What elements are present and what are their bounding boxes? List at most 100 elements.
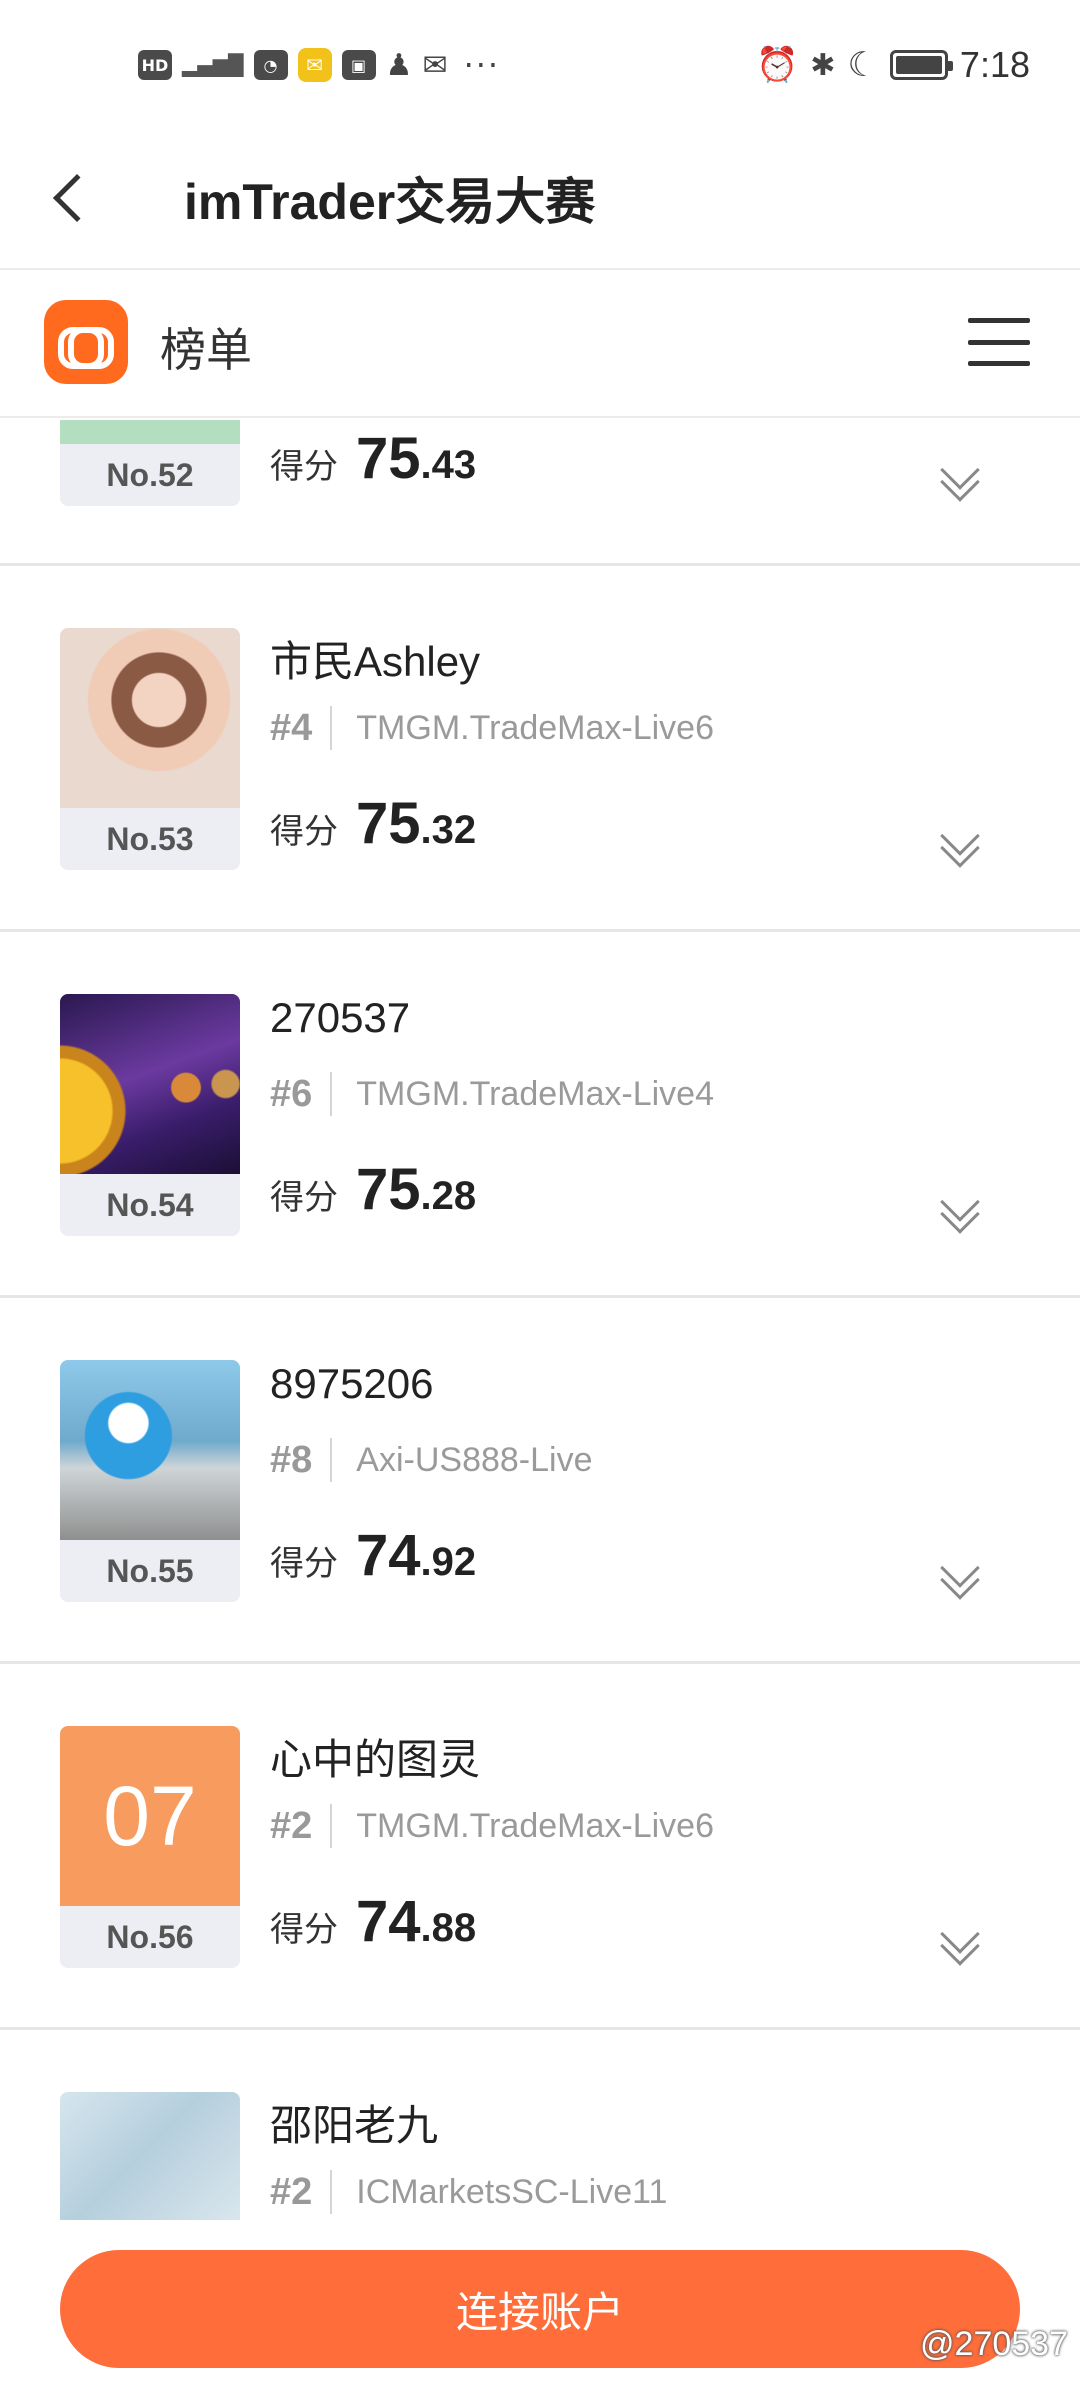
trader-meta: #4 TMGM.TradeMax-Live6 <box>270 706 714 750</box>
score-decimal: .32 <box>420 808 477 852</box>
hd-icon: HD <box>138 50 172 80</box>
hamburger-line <box>968 318 1030 323</box>
trader-name: 270537 <box>270 994 411 1041</box>
score-decimal: .28 <box>420 1174 477 1218</box>
connect-account-button[interactable]: 连接账户 <box>60 2250 1020 2368</box>
divider <box>330 706 333 750</box>
expand-chevron-icon[interactable] <box>938 816 984 870</box>
expand-chevron-icon[interactable] <box>938 1914 984 1968</box>
huawei-icon: ▣ <box>341 50 376 80</box>
gallery-icon: ◔ <box>253 50 288 80</box>
trader-meta: #2 ICMarketsSC-Live11 <box>270 2170 667 2214</box>
score-decimal: .92 <box>420 1540 477 1584</box>
divider <box>330 2170 333 2214</box>
bottom-action-bar: 连接账户 @270537 <box>0 2220 1080 2400</box>
avatar <box>60 994 240 1174</box>
avatar: 07 <box>60 1726 240 1906</box>
leaderboard-row[interactable]: No.55 8975206 #8 Axi-US888-Live 得分 74 .9… <box>0 1298 1080 1664</box>
battery-icon <box>889 50 953 80</box>
title-bar: imTrader交易大赛 <box>0 130 1080 270</box>
qq-icon: ♟ <box>385 47 413 83</box>
rank-label: No.52 <box>106 456 194 493</box>
score-integer: 75 <box>356 791 421 856</box>
trader-rank: #2 <box>270 1804 313 1847</box>
expand-chevron-icon[interactable] <box>938 450 984 504</box>
trader-name: 8975206 <box>270 1360 434 1407</box>
server-name: TMGM.TradeMax-Live6 <box>356 1806 714 1845</box>
server-name: ICMarketsSC-Live11 <box>356 2172 668 2211</box>
rank-label: No.53 <box>106 820 194 857</box>
score: 得分 75 .28 <box>270 1156 476 1223</box>
back-chevron-icon <box>52 173 102 223</box>
menu-button[interactable] <box>968 318 1030 366</box>
divider <box>330 1072 333 1116</box>
trader-rank: #6 <box>270 1072 313 1115</box>
clock: 7:18 <box>959 44 1030 85</box>
leaderboard-header: 榜单 <box>0 272 1080 418</box>
rank-label: No.56 <box>106 1918 194 1955</box>
trader-name: 市民Ashley <box>270 638 481 685</box>
leaderboard-title: 榜单 <box>160 323 252 377</box>
back-button[interactable] <box>30 158 110 238</box>
hamburger-line <box>968 361 1030 366</box>
score-label: 得分 <box>270 812 338 852</box>
leaderboard-row[interactable]: No.52 得分 75 .43 <box>0 420 1080 566</box>
avatar <box>60 1360 240 1540</box>
alarm-icon: ⏰ <box>755 45 799 85</box>
5g-signal-icon: ▂▄▆█ <box>182 53 244 77</box>
moon-icon: ☾ <box>847 45 878 85</box>
avatar-card: No.52 <box>60 420 240 506</box>
leaderboard-row[interactable]: No.53 市民Ashley #4 TMGM.TradeMax-Live6 得分… <box>0 566 1080 932</box>
trader-rank: #2 <box>270 2170 313 2213</box>
avatar-card: No.53 <box>60 628 240 870</box>
score: 得分 74 .92 <box>270 1522 476 1589</box>
avatar-card: No.55 <box>60 1360 240 1602</box>
server-name: Axi-US888-Live <box>356 1440 593 1479</box>
expand-chevron-icon[interactable] <box>938 1548 984 1602</box>
page-title: imTrader交易大赛 <box>184 174 596 230</box>
expand-chevron-icon[interactable] <box>938 1182 984 1236</box>
trader-name: 邵阳老九 <box>270 2102 439 2149</box>
trader-meta: #6 TMGM.TradeMax-Live4 <box>270 1072 714 1116</box>
score-label: 得分 <box>270 1910 338 1950</box>
score-decimal: .88 <box>420 1906 477 1950</box>
leaderboard-row[interactable]: 邵阳老九 #2 ICMarketsSC-Live11 <box>0 2030 1080 2220</box>
score: 得分 74 .88 <box>270 1888 476 1955</box>
avatar-card: 07 No.56 <box>60 1726 240 1968</box>
server-name: TMGM.TradeMax-Live4 <box>356 1074 714 1113</box>
trader-meta: #8 Axi-US888-Live <box>270 1438 593 1482</box>
hamburger-line <box>968 339 1030 345</box>
more-notifications-icon: ··· <box>463 46 501 84</box>
watermark: @270537 <box>920 2325 1068 2363</box>
score-label: 得分 <box>270 1178 338 1218</box>
leaderboard-list[interactable]: No.52 得分 75 .43 No.53 市民Ashley #4 TMGM.T… <box>0 420 1080 2220</box>
score-integer: 75 <box>356 426 421 491</box>
leaderboard-row[interactable]: 07 No.56 心中的图灵 #2 TMGM.TradeMax-Live6 得分… <box>0 1664 1080 2030</box>
status-bar: HD ▂▄▆█ ◔ ✉ ▣ ♟ ✉ ··· ⏰ ✱ ☾ 7:18 <box>0 0 1080 130</box>
avatar <box>60 628 240 808</box>
avatar-card <box>60 2092 240 2220</box>
score: 得分 75 .32 <box>270 790 476 857</box>
bluetooth-icon: ✱ <box>810 47 836 83</box>
status-icons-left: HD ▂▄▆█ ◔ ✉ ▣ ♟ ✉ ··· <box>138 46 500 84</box>
mail-notification-icon: ✉ <box>297 48 332 82</box>
leaderboard-row[interactable]: No.54 270537 #6 TMGM.TradeMax-Live4 得分 7… <box>0 932 1080 1298</box>
envelope-icon: ✉ <box>422 47 448 83</box>
avatar <box>60 2092 240 2220</box>
divider <box>330 1804 333 1848</box>
rank-label: No.55 <box>106 1552 194 1589</box>
score-integer: 74 <box>356 1523 421 1588</box>
trader-meta: #2 TMGM.TradeMax-Live6 <box>270 1804 714 1848</box>
status-icons-right: ⏰ ✱ ☾ 7:18 <box>756 44 1030 86</box>
score-integer: 74 <box>356 1889 421 1954</box>
avatar-card: No.54 <box>60 994 240 1236</box>
trader-name: 心中的图灵 <box>270 1736 481 1783</box>
score-integer: 75 <box>356 1157 421 1222</box>
server-name: TMGM.TradeMax-Live6 <box>356 708 714 747</box>
avatar <box>60 420 240 444</box>
score: 得分 75 .43 <box>270 425 476 492</box>
divider <box>330 1438 333 1482</box>
score-label: 得分 <box>270 447 338 487</box>
score-decimal: .43 <box>420 443 477 487</box>
trader-rank: #4 <box>270 706 313 749</box>
